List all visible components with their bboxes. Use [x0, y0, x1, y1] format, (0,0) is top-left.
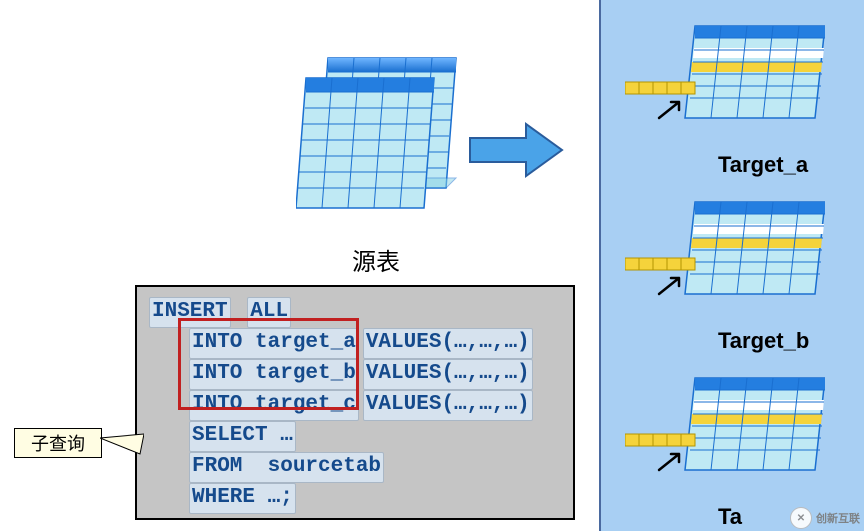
target-table-b	[625, 194, 825, 304]
source-label: 源表	[352, 242, 400, 277]
target-a-label: Target_a	[718, 152, 808, 178]
select-line: SELECT …	[189, 421, 296, 452]
kw-insert: INSERT	[149, 297, 231, 328]
from-line: FROM sourcetab	[189, 452, 384, 483]
values-a: VALUES(…,…,…)	[363, 328, 533, 359]
sql-code-block: INSERT ALL INTO target_aVALUES(…,…,…) IN…	[135, 285, 575, 520]
where-line: WHERE …;	[189, 483, 296, 514]
target-b-label: Target_b	[718, 328, 809, 354]
callout-tail-icon	[100, 432, 144, 458]
target-table-a	[625, 18, 825, 128]
insert-arrow-icon	[657, 96, 691, 125]
into-a: INTO target_a	[189, 328, 359, 359]
values-b: VALUES(…,…,…)	[363, 359, 533, 390]
target-c-label: Ta	[718, 504, 742, 530]
subquery-callout: 子查询	[14, 428, 102, 458]
into-b: INTO target_b	[189, 359, 359, 390]
target-table-c	[625, 370, 825, 480]
into-c: INTO target_c	[189, 390, 359, 421]
values-c: VALUES(…,…,…)	[363, 390, 533, 421]
insert-arrow-icon	[657, 448, 691, 477]
flow-arrow	[468, 120, 564, 180]
kw-all: ALL	[247, 297, 291, 328]
watermark: ✕ 创新互联	[790, 507, 860, 529]
watermark-text: 创新互联	[816, 510, 860, 526]
source-table-front	[296, 56, 444, 216]
watermark-icon: ✕	[790, 507, 812, 529]
insert-arrow-icon	[657, 272, 691, 301]
